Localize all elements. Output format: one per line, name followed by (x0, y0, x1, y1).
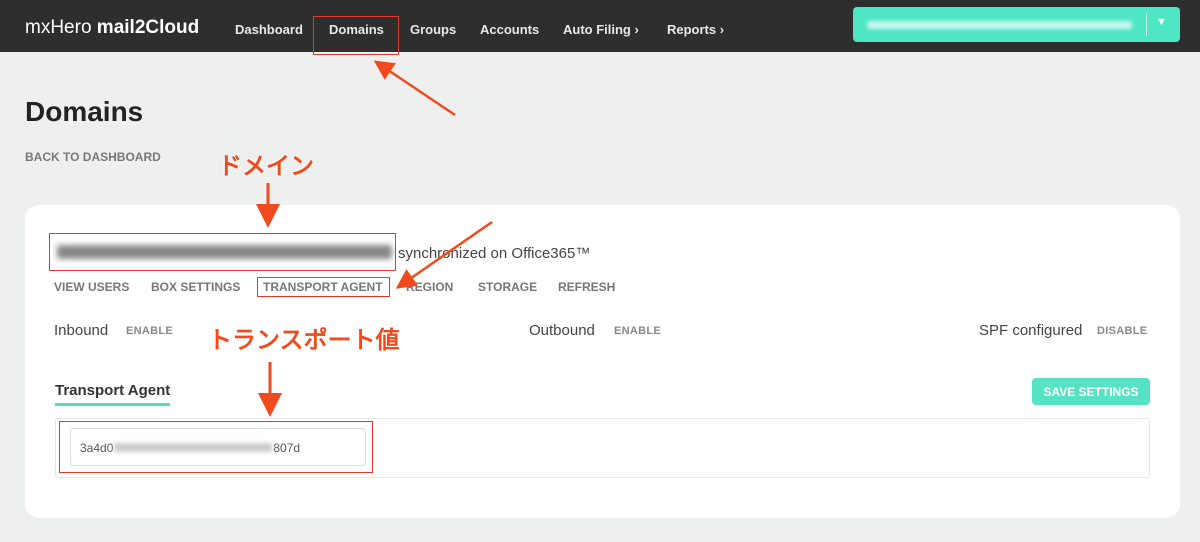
annotation-arrows (256, 60, 493, 417)
arrow-icon (373, 60, 456, 117)
arrow-icon (395, 220, 493, 289)
